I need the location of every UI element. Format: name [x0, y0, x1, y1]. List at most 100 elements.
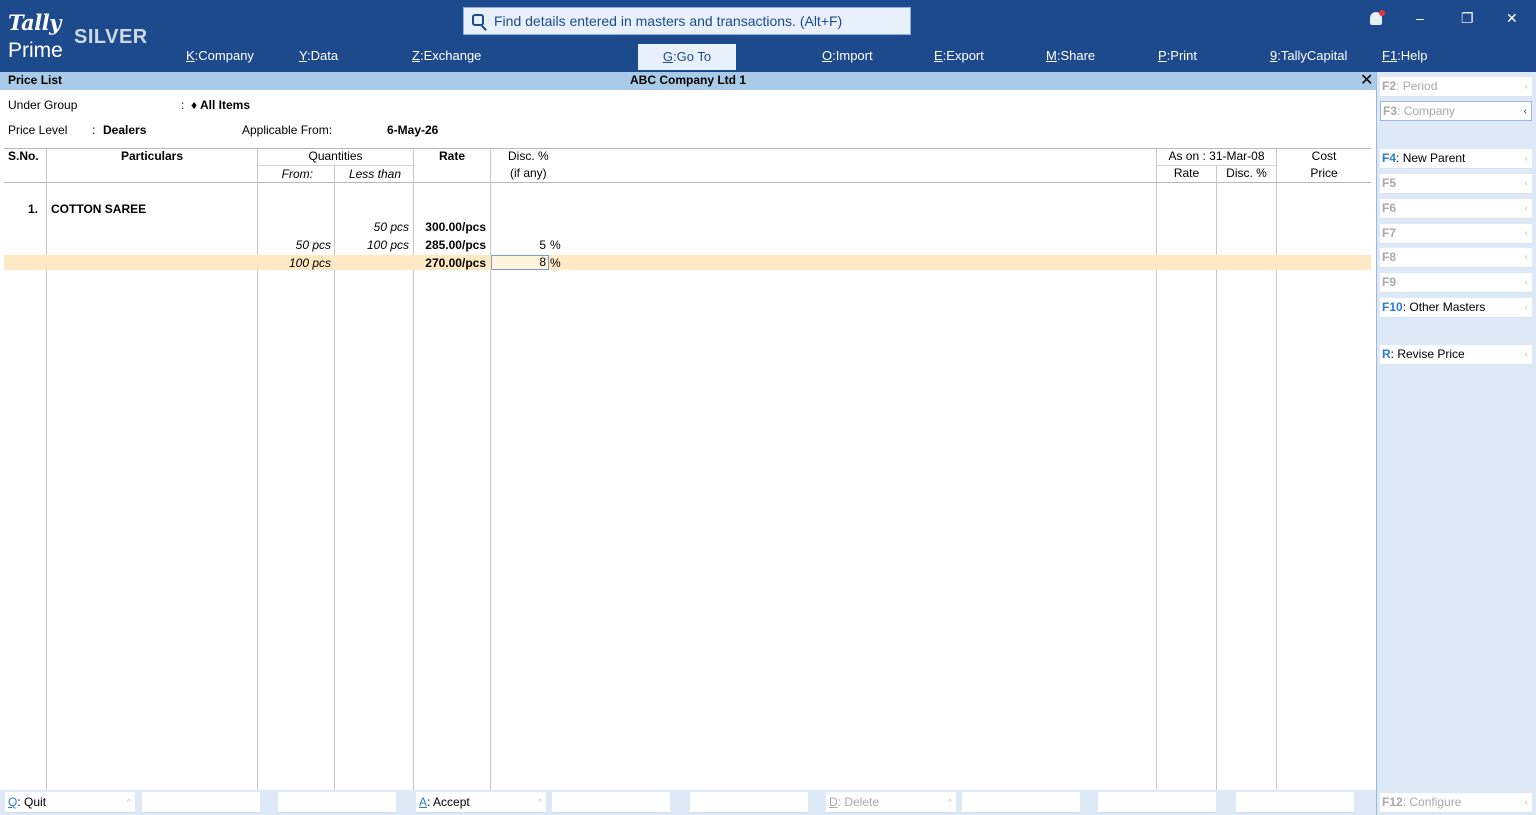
menu-tallycapital[interactable]: 9:TallyCapital — [1270, 48, 1347, 63]
menu-share[interactable]: M:Share — [1046, 48, 1095, 63]
slab-rate[interactable]: 300.00/pcs — [414, 220, 486, 234]
menu-label: Export — [946, 48, 984, 63]
column-divider — [46, 149, 47, 790]
search-placeholder: Find details entered in masters and tran… — [494, 13, 843, 29]
button-key: F12 — [1382, 795, 1403, 809]
button-key: F10 — [1382, 300, 1403, 314]
menu-label: Exchange — [423, 48, 482, 63]
menu-help[interactable]: F1:Help — [1382, 48, 1428, 63]
chevron-left-icon: ‹ — [1523, 106, 1527, 117]
chevron-left-icon: ‹ — [1524, 81, 1528, 92]
menu-data[interactable]: Y:Data — [299, 48, 338, 63]
menu-key: M — [1046, 48, 1057, 63]
button-key: F6 — [1382, 201, 1397, 215]
column-header-cost-price: Price — [1310, 166, 1338, 180]
slab-discount[interactable]: 5 — [491, 238, 546, 252]
button-key: F2 — [1382, 79, 1397, 93]
r-revise-price-button[interactable]: R: Revise Price ‹ — [1380, 345, 1532, 365]
slab-rate[interactable]: 285.00/pcs — [414, 238, 486, 252]
button-key: F9 — [1382, 275, 1397, 289]
slab-from[interactable]: 50 pcs — [258, 238, 331, 252]
empty-button-slot — [278, 792, 396, 813]
f3-company-button[interactable]: F3: Company ‹ — [1380, 101, 1532, 121]
price-level-field[interactable]: Dealers — [103, 123, 146, 137]
f6-button[interactable]: F6 ‹ — [1380, 199, 1532, 219]
menu-go-to[interactable]: G:Go To — [638, 44, 736, 70]
chevron-up-icon: ^ — [537, 797, 542, 807]
menu-print[interactable]: P:Print — [1158, 48, 1197, 63]
f8-button[interactable]: F8 ‹ — [1380, 248, 1532, 268]
button-label: Configure — [1409, 795, 1462, 809]
slab-rate[interactable]: 270.00/pcs — [414, 256, 486, 270]
under-group-field[interactable]: ♦ All Items — [191, 98, 250, 112]
column-header-from: From: — [281, 167, 313, 181]
column-header-particulars: Particulars — [120, 149, 184, 163]
discount-input[interactable]: 8 — [491, 255, 549, 270]
button-label: New Parent — [1402, 151, 1466, 165]
menu-key: O — [822, 48, 833, 63]
f2-period-button[interactable]: F2: Period ‹ — [1380, 77, 1532, 97]
column-header-less-than: Less than — [348, 167, 401, 181]
search-bar[interactable]: Find details entered in masters and tran… — [463, 7, 911, 35]
button-label: Delete — [844, 795, 880, 809]
applicable-from-field[interactable]: 6-May-26 — [387, 123, 438, 137]
menu-label: TallyCapital — [1280, 48, 1348, 63]
price-level-label: Price Level — [8, 123, 68, 137]
delete-button[interactable]: D: Delete ^ — [826, 792, 956, 813]
menu-import[interactable]: O:Import — [822, 48, 873, 63]
chevron-left-icon: ‹ — [1524, 252, 1528, 263]
button-key: Q — [8, 795, 18, 809]
f10-other-masters-button[interactable]: F10: Other Masters ‹ — [1380, 298, 1532, 318]
screen-title: Price List — [8, 73, 63, 87]
empty-button-slot — [1236, 792, 1354, 813]
column-divider — [1156, 149, 1157, 790]
button-label: Quit — [24, 795, 47, 809]
chevron-left-icon: ‹ — [1524, 277, 1528, 288]
menu-exchange[interactable]: Z:Exchange — [412, 48, 481, 63]
f7-button[interactable]: F7 ‹ — [1380, 224, 1532, 244]
menu-key: Z — [412, 48, 420, 63]
tally-logo: Tally — [8, 10, 61, 35]
chevron-left-icon: ‹ — [1524, 797, 1528, 808]
screen-title-bar: ABC Company Ltd 1 Price List ✕ — [0, 72, 1376, 90]
column-header-sno: S.No. — [8, 149, 39, 163]
under-group-separator: : — [181, 98, 185, 112]
item-name[interactable]: COTTON SAREE — [51, 202, 146, 216]
edition-label: SILVER — [74, 26, 148, 48]
f5-button[interactable]: F5 ‹ — [1380, 174, 1532, 194]
quit-button[interactable]: Q: Quit ^ — [5, 792, 135, 813]
restore-icon[interactable]: ❐ — [1461, 10, 1474, 27]
column-header-quantities: Quantities — [308, 149, 363, 163]
close-screen-icon[interactable]: ✕ — [1360, 72, 1373, 89]
chevron-left-icon: ‹ — [1524, 228, 1528, 239]
menu-company[interactable]: K:Company — [186, 48, 254, 63]
slab-less-than[interactable]: 50 pcs — [335, 220, 409, 234]
slab-less-than[interactable]: 100 pcs — [335, 238, 409, 252]
empty-button-slot — [690, 792, 808, 813]
accept-button[interactable]: A: Accept ^ — [416, 792, 546, 813]
button-label: Other Masters — [1409, 300, 1486, 314]
menu-label: Import — [835, 48, 873, 63]
f4-new-parent-button[interactable]: F4: New Parent ‹ — [1380, 149, 1532, 169]
f12-configure-button[interactable]: F12: Configure ‹ — [1380, 793, 1532, 813]
window-close-icon[interactable]: ✕ — [1506, 10, 1518, 27]
minimize-icon[interactable]: – — [1416, 10, 1424, 26]
chevron-up-icon: ^ — [126, 797, 131, 807]
under-group-label: Under Group — [8, 98, 78, 112]
company-name: ABC Company Ltd 1 — [629, 73, 746, 87]
menu-export[interactable]: E:Export — [934, 48, 984, 63]
button-key: D — [829, 795, 838, 809]
menu-key: E — [934, 48, 943, 63]
f9-button[interactable]: F9 ‹ — [1380, 273, 1532, 293]
menu-key: K — [186, 48, 195, 63]
column-header-as-on: As on : 31-Mar-08 — [1168, 149, 1265, 163]
slab-from[interactable]: 100 pcs — [258, 256, 331, 270]
notification-bell-icon[interactable] — [1370, 10, 1385, 25]
menu-key: Y — [299, 48, 307, 63]
empty-button-slot — [1098, 792, 1216, 813]
chevron-left-icon: ‹ — [1524, 203, 1528, 214]
chevron-left-icon: ‹ — [1524, 178, 1528, 189]
column-divider — [1276, 149, 1277, 790]
chevron-left-icon: ‹ — [1524, 153, 1528, 164]
button-label: Revise Price — [1397, 347, 1465, 361]
